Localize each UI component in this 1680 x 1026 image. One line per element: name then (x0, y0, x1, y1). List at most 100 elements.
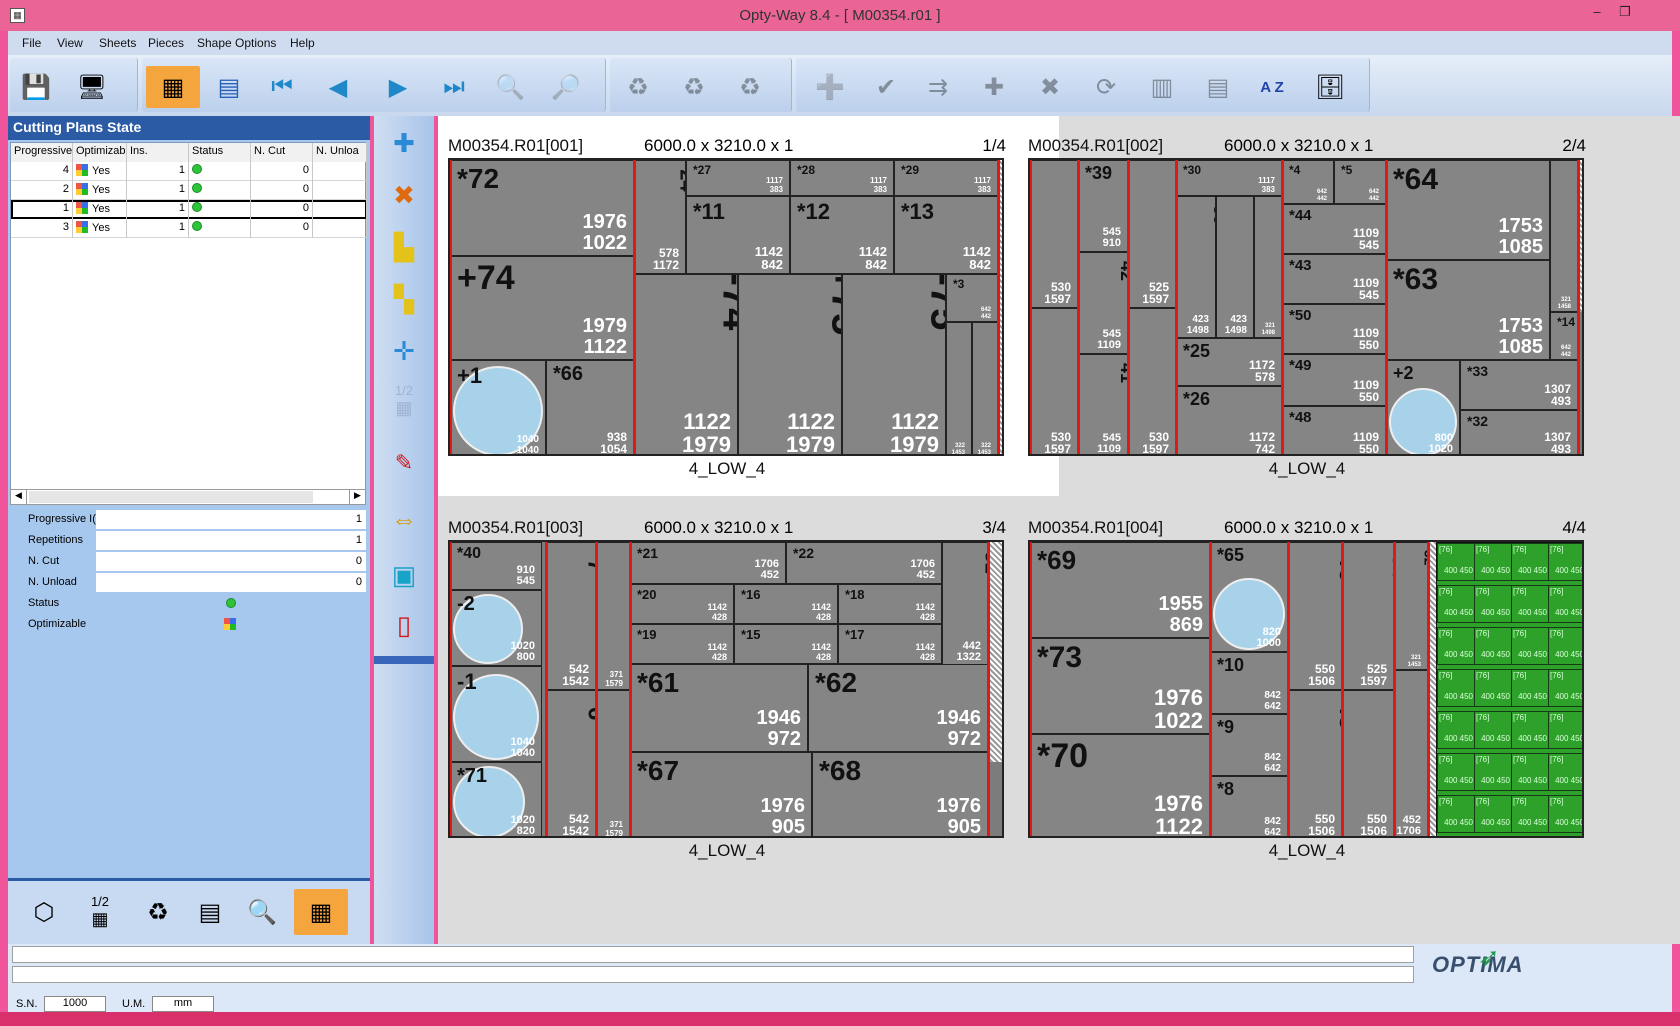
piece[interactable]: *20 1142 428 (630, 584, 734, 624)
small-piece[interactable]: [76] 400 450 (1511, 753, 1549, 791)
piece[interactable]: *25 1172 578 (1176, 338, 1282, 386)
piece[interactable]: *16 1142 428 (734, 584, 838, 624)
piece[interactable]: *44 1109 545 (1282, 204, 1386, 254)
table-row[interactable]: 3 Yes 1 0 (11, 219, 367, 238)
piece[interactable]: *30 1117 383 (1176, 160, 1282, 196)
piece[interactable]: *14 642 442 (1550, 312, 1578, 360)
single-view-icon[interactable]: ▤ (204, 66, 254, 108)
piece[interactable]: *34 525 1597 (1128, 160, 1176, 308)
database-icon[interactable]: 🗄 (1310, 66, 1350, 108)
piece[interactable]: *72 1976 1022 (450, 160, 634, 256)
piece[interactable]: *15 1142 428 (734, 624, 838, 664)
add-sheet-icon[interactable]: ✚ (974, 66, 1014, 108)
small-piece[interactable]: [76] 400 450 (1511, 795, 1549, 833)
piece[interactable]: *67 1976 905 (630, 752, 812, 836)
piece[interactable]: +74 1979 1122 (450, 256, 634, 360)
col-ncut[interactable]: N. Cut (251, 143, 313, 162)
piece[interactable]: *43 1109 545 (1282, 254, 1386, 304)
stretch-icon[interactable]: ⇔ (384, 500, 424, 538)
piece[interactable]: *62 1946 972 (808, 664, 988, 752)
um-field[interactable]: mm (152, 996, 214, 1012)
piece[interactable]: +75 1122 1979 (738, 274, 842, 454)
piece[interactable]: *5 642 442 (1334, 160, 1386, 204)
cutting-plan-4[interactable]: M00354.R01[004] 6000.0 x 3210.0 x 1 4/4 4_L… (1028, 518, 1586, 868)
small-piece[interactable]: [76] 400 450 (1437, 669, 1475, 707)
piece[interactable]: *40 910 545 (450, 542, 542, 590)
sheet[interactable]: *69 1955 869 *73 1976 1022 *70 1976 1122 *65 820 10… (1028, 540, 1584, 838)
small-piece[interactable]: [76] 400 450 (1474, 669, 1512, 707)
sheet-edit-icon[interactable]: ▤ (190, 891, 230, 933)
save-icon[interactable]: 💾 (16, 66, 56, 108)
piece[interactable]: *73 1976 1022 (1030, 638, 1210, 734)
horizontal-scrollbar[interactable]: ◀ ▶ (10, 489, 366, 505)
prop-value[interactable]: 0 (96, 573, 366, 592)
small-piece[interactable]: [76] 400 450 (1511, 627, 1549, 665)
edit-cuts-icon[interactable]: ✎ (384, 444, 424, 482)
piece[interactable]: *13 1142 842 (894, 196, 998, 274)
piece[interactable]: *26 1172 742 (1176, 386, 1282, 454)
piece[interactable]: *8 842 642 (1210, 776, 1288, 836)
piece[interactable]: *46 550 1506 (1288, 542, 1342, 690)
small-piece[interactable]: [76] 400 450 (1548, 795, 1582, 833)
piece[interactable]: *10 842 642 (1210, 652, 1288, 714)
piece[interactable]: *42 545 1109 (1078, 252, 1128, 354)
small-piece[interactable]: [76] 400 450 (1511, 711, 1549, 749)
next-icon[interactable]: ▶ (378, 66, 418, 108)
insert-piece-icon[interactable]: ✚ (384, 124, 424, 162)
small-piece[interactable]: [76] 400 450 (1437, 795, 1475, 833)
piece[interactable]: *4 642 442 (1282, 160, 1334, 204)
small-piece[interactable]: [76] 400 450 (1474, 753, 1512, 791)
small-piece[interactable]: [76] 400 450 (1511, 669, 1549, 707)
small-piece[interactable]: [76] 400 450 (1437, 753, 1475, 791)
piece[interactable]: *47 550 1506 (1342, 690, 1394, 836)
small-piece[interactable]: [76] 400 450 (1437, 543, 1475, 581)
piece[interactable]: *27 1117 383 (686, 160, 790, 196)
minimize-button[interactable]: – (1586, 4, 1608, 24)
prop-value[interactable]: 1 (96, 531, 366, 550)
piece[interactable]: *32 1307 493 (1460, 410, 1578, 454)
piece[interactable]: *543211458 (1550, 160, 1578, 312)
first-icon[interactable]: ⏮ (262, 66, 302, 108)
small-piece[interactable]: [76] 400 450 (1474, 585, 1512, 623)
move-cross-icon[interactable]: ✛ (384, 332, 424, 370)
piece[interactable]: *28 1117 383 (790, 160, 894, 196)
zoom-in-icon[interactable]: 🔍 (490, 66, 530, 108)
piece[interactable]: *52 321 1453 (1394, 542, 1428, 670)
remove-piece-icon[interactable]: ✖ (384, 176, 424, 214)
piece[interactable]: -75 1122 1979 (842, 274, 946, 454)
menu-view[interactable]: View (57, 36, 83, 50)
piece[interactable]: *563221453 (972, 322, 998, 454)
piece[interactable]: *63 1753 1085 (1386, 260, 1550, 360)
piece[interactable]: *31 442 1322 (942, 542, 988, 666)
prop-value[interactable]: 1 (96, 510, 366, 529)
piece[interactable]: -1 1040 1040 (450, 666, 542, 762)
piece[interactable]: *55 322 1453 (946, 322, 972, 454)
rotate-icon[interactable]: ⟳ (1086, 66, 1126, 108)
piece[interactable]: *36 530 1597 (1030, 308, 1078, 454)
columns-icon[interactable]: ▥ (1142, 66, 1182, 108)
small-piece[interactable]: [76] 400 450 (1474, 627, 1512, 665)
sn-field[interactable]: 1000 (44, 996, 106, 1012)
menu-sheets[interactable]: Sheets (99, 36, 136, 50)
piece[interactable]: *49 1109 550 (1282, 354, 1386, 406)
shapes-icon[interactable]: ⬡ (24, 891, 64, 933)
grid-view-icon[interactable]: ▦ (146, 66, 200, 108)
menu-shape-options[interactable]: Shape Options (197, 36, 276, 50)
recycle-3-icon[interactable]: ♻ (730, 66, 770, 108)
piece[interactable]: *11 1142 842 (686, 196, 790, 274)
piece[interactable]: *24 578 1172 (634, 160, 686, 274)
piece[interactable]: -2 1020 800 (450, 590, 542, 666)
sheet[interactable]: *72 1976 1022 +74 1979 1122 +1 1040 1040 *66 938 10… (448, 158, 1004, 456)
table-row[interactable]: 2 Yes 1 0 (11, 181, 367, 200)
small-piece[interactable]: [76] 400 450 (1548, 627, 1582, 665)
piece[interactable]: *22 1706 452 (786, 542, 942, 584)
recycle-1-icon[interactable]: ♻ (618, 66, 658, 108)
piece[interactable]: *60 423 1498 (1216, 196, 1254, 338)
small-piece[interactable]: [76] 400 450 (1437, 627, 1475, 665)
zoom-out-icon[interactable]: 🔎 (546, 66, 586, 108)
piece[interactable]: *234521706 (1394, 670, 1428, 836)
half-view-icon[interactable]: 1/2 ▦ (384, 382, 424, 420)
delete-icon[interactable]: ✖ (1030, 66, 1070, 108)
cutting-plan-2[interactable]: M00354.R01[002] 6000.0 x 3210.0 x 1 2/4 4_L… (1028, 136, 1586, 486)
small-piece[interactable]: [76] 400 450 (1437, 711, 1475, 749)
